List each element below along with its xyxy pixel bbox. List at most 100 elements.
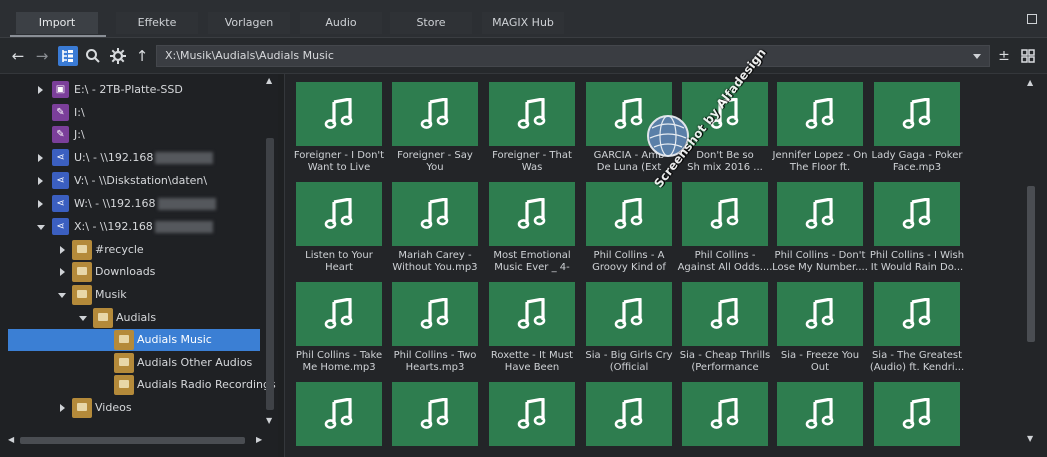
scroll-down-icon[interactable]: ▼ bbox=[1027, 434, 1033, 443]
expand-arrow-icon[interactable] bbox=[60, 246, 65, 254]
grid-vertical-scrollbar[interactable]: ▲ ▼ bbox=[1024, 78, 1038, 448]
scroll-up-icon[interactable]: ▲ bbox=[266, 76, 272, 85]
file-tile[interactable]: Phil Collins - Don't Lose My Number.... bbox=[772, 182, 868, 274]
arrow-up-icon[interactable]: ↑ bbox=[132, 46, 152, 66]
file-tile[interactable] bbox=[776, 382, 864, 457]
tab-import[interactable]: Import bbox=[16, 12, 98, 34]
tree-item-label: V:\ - \\Diskstation\daten\ bbox=[74, 174, 208, 187]
file-tile[interactable]: Phil Collins - AGroovy Kind of Lo... bbox=[585, 182, 673, 274]
expand-arrow-icon[interactable] bbox=[60, 268, 65, 276]
tree-item-audials[interactable]: Audials bbox=[0, 307, 260, 329]
file-tile[interactable]: Lady Gaga - Poker Face.mp3 bbox=[872, 82, 962, 174]
file-tile[interactable]: Sia - The Greatest (Audio) ft. Kendri... bbox=[870, 282, 964, 374]
collapse-arrow-icon[interactable] bbox=[79, 316, 87, 321]
file-tile[interactable]: Most EmotionalMusic Ever _ 4-Ho... bbox=[488, 182, 576, 274]
tab-store[interactable]: Store bbox=[390, 12, 472, 34]
tree-item-downloads[interactable]: Downloads bbox=[0, 261, 260, 283]
collapse-arrow-icon[interactable] bbox=[37, 225, 45, 230]
music-note-icon bbox=[805, 398, 834, 429]
search-icon[interactable] bbox=[83, 46, 103, 66]
expand-arrow-icon[interactable] bbox=[38, 177, 43, 185]
file-name bbox=[581, 450, 677, 457]
tree-view-icon[interactable] bbox=[58, 46, 78, 66]
maximize-icon[interactable] bbox=[1027, 14, 1037, 24]
file-tile[interactable] bbox=[295, 382, 383, 457]
sort-icon[interactable]: ± bbox=[994, 46, 1014, 66]
audio-thumbnail bbox=[296, 82, 382, 146]
tree-horizontal-scrollbar[interactable]: ◀ ▶ bbox=[8, 434, 266, 446]
file-tile[interactable] bbox=[585, 382, 673, 457]
expand-arrow-icon[interactable] bbox=[38, 86, 43, 94]
tree-item-audials-other-audios[interactable]: Audials Other Audios bbox=[0, 352, 260, 374]
scroll-up-icon[interactable]: ▲ bbox=[1027, 78, 1033, 87]
file-name: Most EmotionalMusic Ever _ 4-Ho... bbox=[493, 250, 571, 273]
file-tile[interactable] bbox=[681, 382, 769, 457]
music-note-icon bbox=[517, 198, 546, 229]
file-tile[interactable]: Phil Collins - I Wish It Would Rain Do... bbox=[870, 182, 964, 274]
scroll-right-icon[interactable]: ▶ bbox=[256, 435, 262, 444]
tree-item-audials-radio-recordings[interactable]: Audials Radio Recordings bbox=[0, 374, 276, 396]
scrollbar-thumb[interactable] bbox=[20, 437, 245, 444]
file-tile[interactable]: Phil Collins - Two Hearts.mp3 bbox=[391, 282, 479, 374]
file-tile[interactable]: Roxette - It MustHave Been Love.m... bbox=[488, 282, 576, 374]
scrollbar-thumb[interactable] bbox=[1027, 186, 1035, 342]
folder-icon bbox=[72, 285, 92, 305]
music-note-icon bbox=[614, 298, 643, 329]
tree-vertical-scrollbar[interactable]: ▲ ▼ bbox=[264, 76, 276, 428]
file-tile[interactable]: Jennifer Lopez - OnThe Floor ft. Pitbu..… bbox=[773, 82, 867, 174]
file-tile[interactable] bbox=[488, 382, 576, 457]
tab-effekte[interactable]: Effekte bbox=[116, 12, 198, 34]
gear-icon[interactable] bbox=[108, 46, 128, 66]
tree-item-audials-music[interactable]: Audials Music bbox=[8, 329, 260, 351]
scroll-left-icon[interactable]: ◀ bbox=[8, 435, 14, 444]
folder-icon bbox=[72, 398, 92, 418]
collapse-arrow-icon[interactable] bbox=[58, 293, 66, 298]
tree-item-drive-i[interactable]: ✎ I:\ bbox=[0, 102, 260, 124]
file-tile[interactable]: Foreigner - ThatWas Yesterday.mp3 bbox=[488, 82, 576, 174]
watermark: Screenshot by Alfadesign bbox=[628, 46, 769, 190]
tree-item-musik[interactable]: Musik bbox=[0, 284, 260, 306]
audio-thumbnail bbox=[682, 382, 768, 446]
redacted-region bbox=[154, 221, 213, 233]
tab-magix-hub[interactable]: MAGIX Hub bbox=[482, 12, 564, 34]
tree-item-drive-w[interactable]: ⋖ W:\ - \\192.168 bbox=[0, 193, 260, 215]
file-tile[interactable]: Listen to Your Heart- Edm.mp3 bbox=[295, 182, 383, 274]
file-tile[interactable]: Mariah Carey - Without You.mp3 bbox=[391, 182, 479, 274]
file-tile[interactable]: Phil Collins - Against All Odds.... bbox=[678, 182, 772, 274]
chevron-down-icon[interactable] bbox=[973, 54, 981, 59]
tree-item-recycle[interactable]: #recycle bbox=[0, 239, 260, 261]
file-name bbox=[677, 450, 773, 457]
tree-item-videos[interactable]: Videos bbox=[0, 397, 260, 419]
arrow-right-icon[interactable]: → bbox=[32, 46, 52, 66]
tree-item-drive-j[interactable]: ✎ J:\ bbox=[0, 124, 260, 146]
tab-audio[interactable]: Audio bbox=[300, 12, 382, 34]
file-tile[interactable]: Sia - Cheap Thrills(Performance Edit... bbox=[680, 282, 770, 374]
arrow-left-icon[interactable]: ← bbox=[8, 46, 28, 66]
music-note-icon bbox=[902, 198, 931, 229]
grid-view-icon[interactable] bbox=[1018, 46, 1038, 66]
tree-item-drive-e[interactable]: ▣ E:\ - 2TB-Platte-SSD bbox=[0, 79, 260, 101]
file-tile[interactable]: Foreigner - I Don'tWant to Live With... bbox=[294, 82, 384, 174]
audio-thumbnail bbox=[874, 382, 960, 446]
scrollbar-thumb[interactable] bbox=[266, 138, 274, 410]
tree-item-label: Videos bbox=[95, 401, 132, 414]
file-name: Sia - Freeze You OutLYRICS _ The Hunt... bbox=[780, 350, 860, 373]
file-tile[interactable]: Phil Collins - Take Me Home.mp3 bbox=[295, 282, 383, 374]
tree-item-drive-v[interactable]: ⋖ V:\ - \\Diskstation\daten\ bbox=[0, 170, 260, 192]
file-tile[interactable] bbox=[391, 382, 479, 457]
path-field[interactable]: X:\Musik\Audials\Audials Music bbox=[156, 45, 990, 67]
expand-arrow-icon[interactable] bbox=[60, 404, 65, 412]
tab-vorlagen[interactable]: Vorlagen bbox=[208, 12, 290, 34]
file-tile[interactable] bbox=[873, 382, 961, 457]
file-tile[interactable]: Sia - Freeze You OutLYRICS _ The Hunt... bbox=[776, 282, 864, 374]
file-name: Roxette - It MustHave Been Love.m... bbox=[490, 350, 574, 373]
file-tile[interactable]: Sia - Big Girls Cry(Official Video).m... bbox=[585, 282, 673, 374]
expand-arrow-icon[interactable] bbox=[38, 154, 43, 162]
scroll-down-icon[interactable]: ▼ bbox=[266, 416, 272, 425]
tree-item-drive-x[interactable]: ⋖ X:\ - \\192.168 bbox=[0, 216, 260, 238]
tree-item-drive-u[interactable]: ⋖ U:\ - \\192.168 bbox=[0, 147, 260, 169]
file-tile[interactable]: Foreigner - Say YouWill.mp3 bbox=[391, 82, 479, 174]
music-note-icon bbox=[324, 98, 353, 129]
expand-arrow-icon[interactable] bbox=[38, 200, 43, 208]
toolbar: ← → ↑ X:\Musik\Audials\Audials Music ± bbox=[0, 38, 1047, 74]
